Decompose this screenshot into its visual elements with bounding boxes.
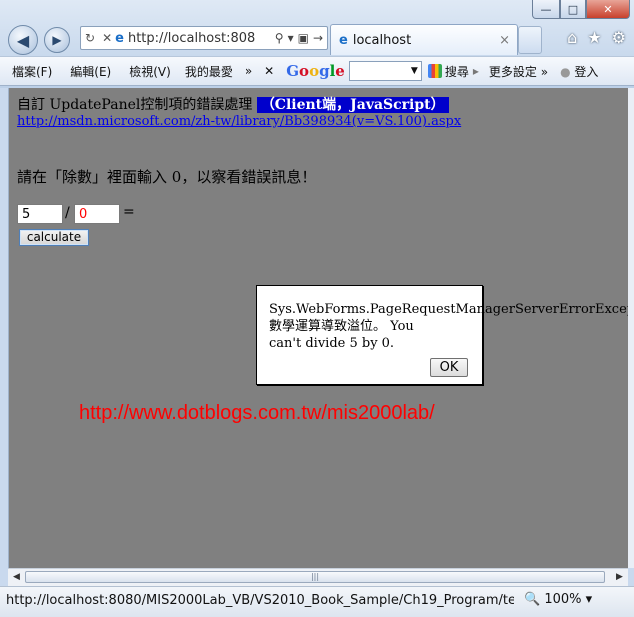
zoom-level: 100%: [544, 592, 582, 607]
dividend-input[interactable]: 5: [17, 204, 63, 224]
window-controls: — □ ✕: [532, 0, 630, 20]
error-line-3: can't divide 5 by 0.: [269, 336, 395, 351]
heading-text: 自訂 UpdatePanel控制項的錯誤處理: [17, 97, 257, 113]
address-tools: ⚲ ▾ ▣ →: [275, 31, 327, 45]
search-icon[interactable]: ⚲: [275, 31, 284, 45]
login-button[interactable]: ● 登入: [554, 63, 604, 80]
zoom-icon: 🔍: [524, 592, 541, 607]
maximize-button[interactable]: □: [560, 0, 586, 19]
vertical-scrollbar[interactable]: [628, 88, 634, 568]
more-settings-button[interactable]: 更多設定 »: [483, 63, 554, 80]
error-line-2: 數學運算導致溢位。 You: [269, 319, 414, 334]
ie-tab-icon: e: [339, 32, 348, 48]
more-settings-chevron-icon: »: [540, 64, 549, 79]
google-search-input[interactable]: ▼: [348, 61, 422, 81]
navigation-bar: ◀ ▶ ↻ ✕ e http://localhost:808 ⚲ ▾ ▣ → e…: [0, 22, 634, 56]
horizontal-scrollbar[interactable]: ◀ ||| ▶: [8, 568, 628, 586]
separator: ▸: [472, 64, 479, 78]
divisor-input[interactable]: 0: [74, 204, 120, 224]
ok-button[interactable]: OK: [430, 358, 468, 377]
menu-view[interactable]: 檢視(V): [117, 63, 177, 80]
dropdown-icon[interactable]: ▾: [288, 31, 294, 45]
minimize-button[interactable]: —: [532, 0, 560, 19]
status-url: http://localhost:8080/MIS2000Lab_VB/VS20…: [6, 593, 514, 608]
compat-view-icon[interactable]: ▣: [298, 31, 309, 45]
status-bar: http://localhost:8080/MIS2000Lab_VB/VS20…: [0, 586, 634, 617]
menu-edit[interactable]: 編輯(E): [58, 63, 117, 80]
close-tab-icon[interactable]: ×: [499, 33, 510, 48]
new-tab-button[interactable]: [518, 26, 542, 54]
zoom-control[interactable]: 🔍 100% ▾: [524, 592, 592, 607]
address-text[interactable]: http://localhost:808: [128, 31, 255, 46]
page-content: 自訂 UpdatePanel控制項的錯誤處理 （Client端，JavaScri…: [8, 88, 629, 568]
close-window-button[interactable]: ✕: [586, 0, 630, 19]
stop-icon[interactable]: ✕: [102, 31, 112, 45]
menu-file[interactable]: 檔案(F): [0, 63, 58, 80]
google-logo: Google: [286, 62, 345, 80]
back-arrow-icon: ◀: [16, 30, 30, 50]
more-settings-label: 更多設定: [488, 64, 537, 79]
scroll-right-icon[interactable]: ▶: [612, 570, 627, 585]
calculate-button[interactable]: calculate: [19, 229, 89, 246]
home-icon[interactable]: ⌂: [567, 28, 577, 47]
dropdown-arrow-icon[interactable]: ▼: [411, 66, 418, 76]
close-menu-icon[interactable]: ✕: [258, 64, 280, 78]
msdn-link[interactable]: http://msdn.microsoft.com/zh-tw/library/…: [17, 114, 461, 129]
error-alert-dialog: Sys.WebForms.PageRequestManagerServerErr…: [256, 285, 629, 385]
favorites-star-icon[interactable]: ★: [587, 28, 601, 47]
equals-sign: =: [123, 204, 135, 220]
scroll-left-icon[interactable]: ◀: [9, 570, 24, 585]
forward-arrow-icon: ▶: [52, 33, 62, 47]
watermark-url: http://www.dotblogs.com.tw/mis2000lab/: [79, 402, 435, 424]
menu-favorites[interactable]: 我的最愛: [177, 63, 239, 80]
divide-sign: /: [65, 205, 70, 221]
refresh-icon[interactable]: ↻: [85, 31, 95, 45]
address-bar[interactable]: ↻ ✕ e http://localhost:808 ⚲ ▾ ▣ →: [80, 26, 328, 50]
google-search-button[interactable]: 搜尋: [445, 63, 469, 80]
browser-chrome: — □ ✕ ◀ ▶ ↻ ✕ e http://localhost:808 ⚲ ▾…: [0, 0, 634, 88]
heading-highlight: （Client端，JavaScript）: [256, 97, 449, 113]
page-heading: 自訂 UpdatePanel控制項的錯誤處理 （Client端，JavaScri…: [17, 94, 449, 114]
chevron-more-icon[interactable]: »: [239, 64, 258, 78]
toolbar-icons: ⌂ ★ ⚙: [567, 28, 626, 47]
tab-title: localhost: [352, 32, 412, 48]
login-icon: ●: [560, 64, 571, 79]
instruction-text: 請在「除數」裡面輸入 0，以察看錯誤訊息！: [17, 168, 317, 186]
error-line-1: Sys.WebForms.PageRequestManagerServerErr…: [269, 302, 629, 317]
go-icon[interactable]: →: [313, 31, 323, 45]
forward-button[interactable]: ▶: [44, 27, 70, 53]
back-button[interactable]: ◀: [8, 25, 38, 55]
error-message: Sys.WebForms.PageRequestManagerServerErr…: [269, 301, 629, 352]
google-toolbar-icon: [427, 64, 442, 78]
ie-page-icon: e: [115, 30, 124, 46]
scrollbar-thumb[interactable]: |||: [25, 571, 605, 583]
tab-localhost[interactable]: e localhost ×: [330, 24, 518, 55]
login-label: 登入: [574, 64, 599, 79]
gear-icon[interactable]: ⚙: [612, 28, 626, 47]
zoom-dropdown-icon[interactable]: ▾: [586, 592, 593, 607]
command-bar: 檔案(F) 編輯(E) 檢視(V) 我的最愛 » ✕ Google ▼ 搜尋 ▸…: [0, 56, 634, 86]
